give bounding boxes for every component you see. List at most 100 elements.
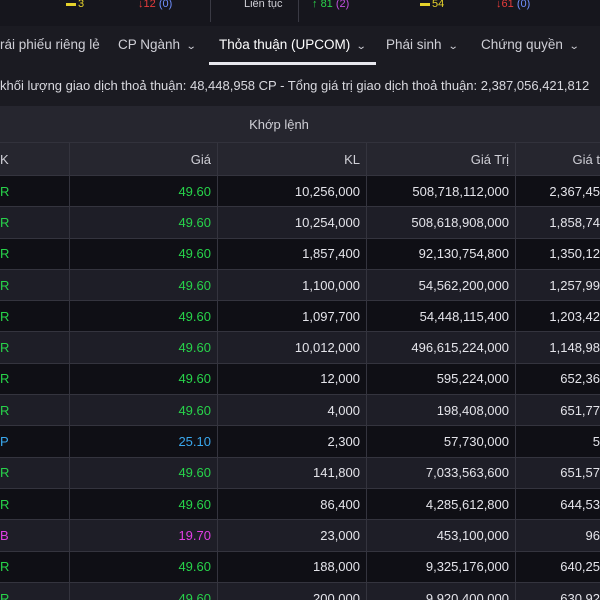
volume-cell: 10,256,000 <box>218 176 367 207</box>
col-header-volume[interactable]: KL <box>218 143 367 175</box>
col-header-price[interactable]: Giá <box>70 143 218 175</box>
price-cell: 49.60 <box>70 207 218 238</box>
divider <box>210 0 211 22</box>
price-cell: 25.10 <box>70 426 218 457</box>
price-cell: 19.70 <box>70 520 218 551</box>
col-header-symbol[interactable]: K <box>0 143 70 175</box>
table-row[interactable]: R 49.60 200,000 9,920,400,000 630,92 <box>0 582 600 600</box>
symbol-cell: R <box>0 301 70 332</box>
symbol-cell: R <box>0 238 70 269</box>
table-row[interactable]: R 49.60 10,254,000 508,618,908,000 1,858,74 <box>0 207 600 239</box>
chevron-down-icon: ⌄ <box>568 41 580 52</box>
value-cell: 54,562,200,000 <box>367 269 516 301</box>
volume-cell: 141,800 <box>218 457 367 488</box>
col-header-value[interactable]: Giá Trị <box>367 143 516 175</box>
table-row[interactable]: R 49.60 86,400 4,285,612,800 644,53 <box>0 488 600 521</box>
value-cell: 54,448,115,400 <box>367 301 516 332</box>
value-cell: 57,730,000 <box>367 426 516 457</box>
symbol-cell: P <box>0 426 70 457</box>
value-cell: 595,224,000 <box>367 363 516 395</box>
value-cell: 4,285,612,800 <box>367 488 516 520</box>
price-cell: 49.60 <box>70 269 218 301</box>
negotiated-summary: khối lượng giao dịch thoả thuận: 48,448,… <box>0 78 590 93</box>
table-row[interactable]: R 49.60 12,000 595,224,000 652,36 <box>0 363 600 396</box>
value-cell: 508,718,112,000 <box>367 176 516 207</box>
volume-cell: 1,857,400 <box>218 238 367 269</box>
table-row[interactable]: R 49.60 141,800 7,033,563,600 651,57 <box>0 457 600 489</box>
symbol-cell: R <box>0 582 70 600</box>
total-value-cell: 630,92 <box>560 590 600 600</box>
chevron-down-icon: ⌄ <box>447 41 459 52</box>
total-value-cell: 1,203,42 <box>549 308 600 324</box>
matched-orders-header: Khớp lệnh <box>0 106 600 143</box>
table-row[interactable]: R 49.60 10,012,000 496,615,224,000 1,148,98 <box>0 332 600 364</box>
total-value-cell: 1,350,12 <box>549 246 600 262</box>
symbol-cell: R <box>0 176 70 207</box>
table-row[interactable]: R 49.60 1,097,700 54,448,115,400 1,203,42 <box>0 301 600 333</box>
value-cell: 9,325,176,000 <box>367 551 516 582</box>
symbol-cell: R <box>0 551 70 582</box>
unchanged-count: 54 <box>420 0 444 11</box>
value-cell: 508,618,908,000 <box>367 207 516 238</box>
table-row[interactable]: R 49.60 1,857,400 92,130,754,800 1,350,12 <box>0 238 600 270</box>
symbol-cell: R <box>0 207 70 238</box>
volume-cell: 1,097,700 <box>218 301 367 332</box>
divider <box>298 0 299 22</box>
symbol-cell: R <box>0 332 70 363</box>
total-value-cell: 1,257,99 <box>549 277 600 293</box>
volume-cell: 23,000 <box>218 520 367 551</box>
price-cell: 49.60 <box>70 395 218 426</box>
value-cell: 453,100,000 <box>367 520 516 551</box>
total-value-cell: 651,77 <box>560 402 600 418</box>
tab-derivatives[interactable]: Phái sinh ⌄ <box>386 27 459 65</box>
value-cell: 9,920,400,000 <box>367 582 516 600</box>
tab-private-bonds[interactable]: rái phiếu riêng lẻ <box>0 27 100 65</box>
ref-bar-icon <box>420 2 430 6</box>
table-row[interactable]: R 49.60 10,256,000 508,718,112,000 2,367,45 <box>0 176 600 208</box>
price-cell: 49.60 <box>70 238 218 269</box>
volume-cell: 4,000 <box>218 395 367 426</box>
tab-warrants[interactable]: Chứng quyền ⌄ <box>481 27 580 65</box>
price-cell: 49.60 <box>70 457 218 488</box>
volume-cell: 200,000 <box>218 582 367 600</box>
price-cell: 49.60 <box>70 551 218 582</box>
price-cell: 49.60 <box>70 488 218 520</box>
total-value-cell: 5 <box>592 434 600 450</box>
symbol-cell: R <box>0 457 70 488</box>
session-label: Liên tục <box>244 0 283 10</box>
negotiated-trades-table: K Giá KL Giá Trị Giá t R 49.60 10,256,000 5… <box>0 143 600 600</box>
total-value-cell: 1,858,74 <box>549 214 600 230</box>
price-cell: 49.60 <box>70 332 218 363</box>
declines-count: ↓12 (0) <box>138 0 173 10</box>
table-row[interactable]: P 25.10 2,300 57,730,000 5 <box>0 426 600 458</box>
table-row[interactable]: R 49.60 4,000 198,408,000 651,77 <box>0 395 600 427</box>
total-value-cell: 96 <box>585 527 600 543</box>
total-value-cell: 652,36 <box>560 371 600 387</box>
symbol-cell: R <box>0 269 70 301</box>
volume-cell: 10,012,000 <box>218 332 367 363</box>
value-cell: 496,615,224,000 <box>367 332 516 363</box>
ref-count: 3 <box>66 0 84 11</box>
chevron-down-icon: ⌄ <box>356 41 367 52</box>
table-row[interactable]: R 49.60 1,100,000 54,562,200,000 1,257,99 <box>0 269 600 302</box>
symbol-cell: R <box>0 363 70 395</box>
price-cell: 49.60 <box>70 301 218 332</box>
tab-negotiated-upcom[interactable]: Thỏa thuận (UPCOM) ⌄ <box>209 27 376 65</box>
price-cell: 49.60 <box>70 582 218 600</box>
volume-cell: 1,100,000 <box>218 269 367 301</box>
market-stats-bar: 3 ↓12 (0) Liên tục ↑ 81 (2) 54 ↓61 (0) <box>0 0 600 26</box>
total-value-cell: 651,57 <box>560 465 600 481</box>
board-tabs: rái phiếu riêng lẻ CP Ngành ⌄ Thỏa thuận … <box>0 27 600 65</box>
total-value-cell: 644,53 <box>560 496 600 512</box>
volume-cell: 86,400 <box>218 488 367 520</box>
symbol-cell: R <box>0 395 70 426</box>
table-row[interactable]: R 49.60 188,000 9,325,176,000 640,25 <box>0 551 600 583</box>
volume-cell: 10,254,000 <box>218 207 367 238</box>
table-row[interactable]: B 19.70 23,000 453,100,000 96 <box>0 520 600 552</box>
col-header-total-value[interactable]: Giá t <box>516 143 600 175</box>
total-value-cell: 640,25 <box>560 559 600 575</box>
total-value-cell: 2,367,45 <box>549 183 600 199</box>
tab-sector-stocks[interactable]: CP Ngành ⌄ <box>118 27 197 65</box>
value-cell: 198,408,000 <box>367 395 516 426</box>
chevron-down-icon: ⌄ <box>185 41 197 52</box>
